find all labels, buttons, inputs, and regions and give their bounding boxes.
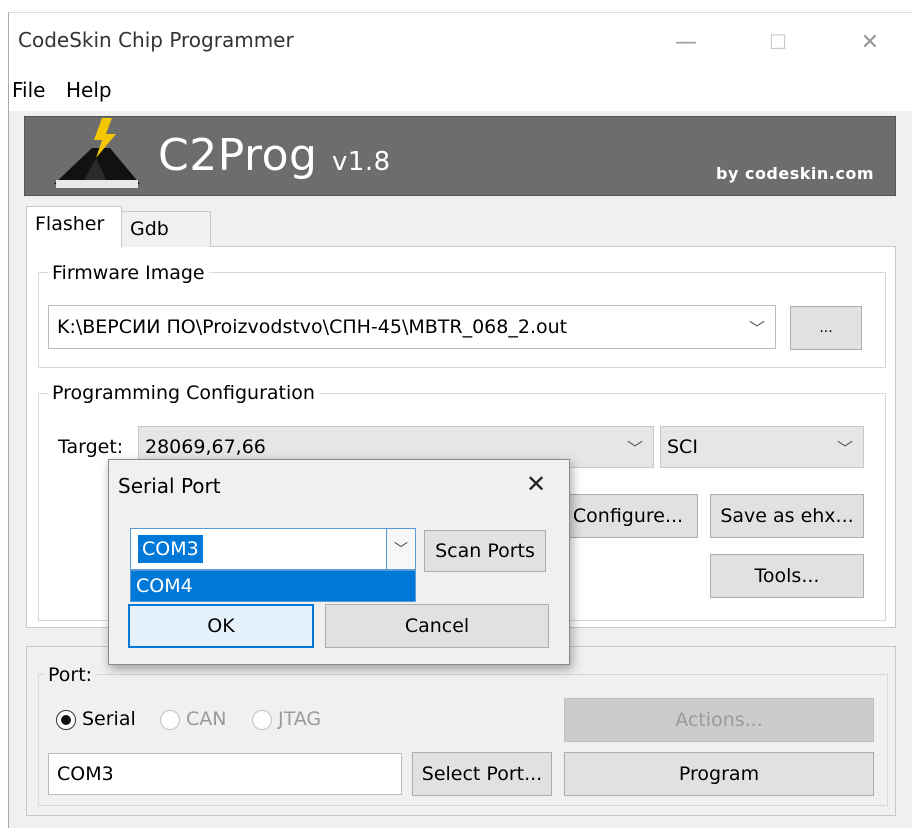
product-banner: [24, 116, 896, 196]
maximize-icon[interactable]: ☐: [748, 22, 808, 62]
c2prog-logo-icon: [54, 118, 140, 188]
banner-title: C2Prog v1.8: [158, 130, 391, 181]
radio-can-label: CAN: [186, 708, 227, 730]
banner-product-name: C2Prog: [158, 130, 318, 181]
configure-button[interactable]: Configure...: [558, 494, 698, 538]
dialog-title: Serial Port: [118, 474, 221, 498]
actions-button[interactable]: Actions...: [564, 698, 874, 742]
programming-configuration-label: Programming Configuration: [48, 382, 319, 404]
chevron-down-icon[interactable]: ﹀: [627, 435, 643, 459]
port-value: COM3: [57, 763, 114, 785]
menu-file[interactable]: File: [12, 78, 45, 102]
radio-serial[interactable]: [56, 710, 76, 730]
close-icon[interactable]: ✕: [514, 464, 558, 504]
close-icon[interactable]: ✕: [840, 22, 900, 62]
program-button[interactable]: Program: [564, 752, 874, 796]
radio-jtag[interactable]: [252, 710, 272, 730]
firmware-path-value: K:\ВЕРСИИ ПО\Proizvodstvo\СПН-45\MBTR_06…: [57, 316, 568, 338]
menu-bar: [9, 75, 912, 111]
port-label: Port:: [44, 664, 97, 686]
select-port-button[interactable]: Select Port...: [412, 752, 552, 796]
chevron-down-icon[interactable]: ﹀: [749, 315, 765, 339]
banner-version: v1.8: [331, 147, 391, 177]
interface-value: SCI: [667, 436, 698, 458]
window-title: CodeSkin Chip Programmer: [18, 28, 294, 52]
tab-gdb[interactable]: Gdb: [121, 211, 211, 247]
save-as-ehx-button[interactable]: Save as ehx...: [710, 494, 864, 538]
browse-firmware-button[interactable]: ...: [790, 306, 862, 350]
chevron-down-icon[interactable]: ﹀: [837, 435, 853, 459]
menu-help[interactable]: Help: [66, 78, 112, 102]
scan-ports-button[interactable]: Scan Ports: [424, 530, 546, 572]
tools-button[interactable]: Tools...: [710, 554, 864, 598]
serial-port-selected[interactable]: COM3: [138, 535, 203, 563]
target-label: Target:: [58, 436, 124, 458]
target-value: 28069,67,66: [145, 436, 266, 458]
dropdown-option-com4[interactable]: COM4: [136, 575, 193, 597]
minimize-icon[interactable]: —: [656, 22, 716, 62]
banner-byline: by codeskin.com: [716, 164, 874, 183]
radio-serial-label: Serial: [82, 708, 136, 730]
interface-combo[interactable]: SCI ﹀: [660, 426, 864, 468]
cancel-button[interactable]: Cancel: [325, 604, 549, 648]
radio-can[interactable]: [160, 710, 180, 730]
firmware-image-label: Firmware Image: [48, 262, 209, 284]
port-value-field[interactable]: COM3: [48, 753, 402, 795]
ok-button[interactable]: OK: [128, 604, 314, 648]
tab-flasher[interactable]: Flasher: [26, 206, 122, 248]
firmware-path-combo[interactable]: K:\ВЕРСИИ ПО\Proizvodstvo\СПН-45\MBTR_06…: [48, 305, 776, 349]
radio-jtag-label: JTAG: [278, 708, 322, 730]
chevron-down-icon[interactable]: ﹀: [386, 529, 415, 569]
